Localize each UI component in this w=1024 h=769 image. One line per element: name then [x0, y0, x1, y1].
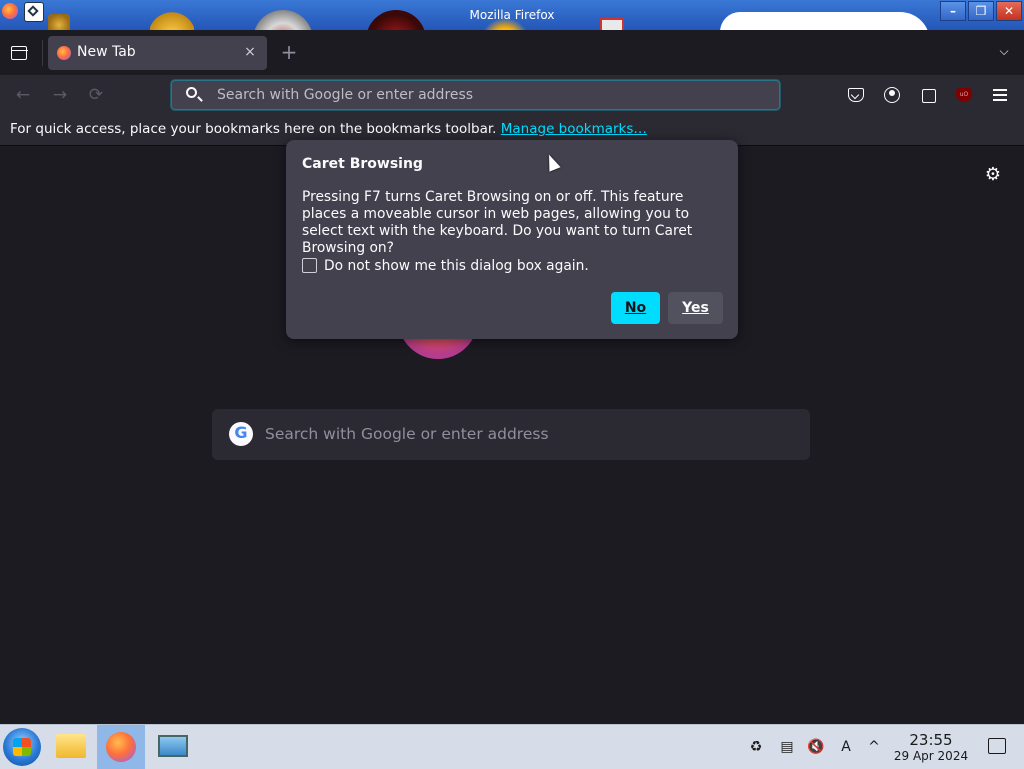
- extensions-icon[interactable]: [918, 84, 940, 106]
- window-titlebar: Mozilla Firefox – ❐ ✕: [0, 0, 1024, 30]
- close-window-button[interactable]: ✕: [996, 1, 1022, 21]
- back-button[interactable]: ←: [12, 84, 34, 106]
- yes-button[interactable]: Yes: [668, 292, 723, 324]
- clock-date: 29 Apr 2024: [893, 749, 969, 763]
- forward-button[interactable]: →: [49, 84, 71, 106]
- clock-time: 23:55: [909, 731, 953, 749]
- search-placeholder: Search with Google or enter address: [265, 425, 549, 443]
- window-title: Mozilla Firefox: [469, 8, 555, 22]
- firefox-favicon-icon: [57, 46, 71, 60]
- new-tab-button[interactable]: +: [279, 42, 299, 63]
- hamburger-menu-icon[interactable]: [989, 84, 1011, 106]
- clock[interactable]: 23:55 29 Apr 2024: [888, 731, 974, 764]
- dialog-title: Caret Browsing: [302, 156, 423, 172]
- start-button[interactable]: [3, 728, 41, 766]
- tab-new-tab[interactable]: New Tab ×: [48, 36, 267, 70]
- gear-icon[interactable]: ⚙: [983, 165, 1003, 185]
- tray-expand-icon[interactable]: ^: [865, 738, 883, 756]
- bookmarks-empty-message: For quick access, place your bookmarks h…: [10, 121, 647, 137]
- firefox-taskbar-icon[interactable]: [97, 725, 145, 769]
- no-button[interactable]: No: [611, 292, 660, 324]
- tab-strip: New Tab × + ⌵: [0, 30, 1024, 75]
- address-bar-placeholder: Search with Google or enter address: [217, 87, 474, 103]
- new-tab-search-box[interactable]: Search with Google or enter address: [212, 409, 810, 460]
- minimize-button[interactable]: –: [940, 1, 966, 21]
- navigation-toolbar: ← → ⟳ Search with Google or enter addres…: [0, 75, 1024, 115]
- dont-show-again-checkbox[interactable]: [302, 258, 317, 273]
- caret-browsing-dialog: Caret Browsing Pressing F7 turns Caret B…: [286, 140, 738, 339]
- reload-button[interactable]: ⟳: [85, 84, 107, 106]
- account-icon[interactable]: [881, 84, 903, 106]
- search-icon: [186, 87, 197, 98]
- bookmarks-hint-text: For quick access, place your bookmarks h…: [10, 121, 497, 137]
- keyboard-layout-icon[interactable]: A: [837, 738, 855, 756]
- address-bar[interactable]: Search with Google or enter address: [171, 80, 780, 110]
- taskbar: ♻ ▤ 🔇 A ^ 23:55 29 Apr 2024: [0, 724, 1024, 769]
- firefox-view-icon[interactable]: [8, 42, 30, 64]
- list-all-tabs-icon[interactable]: ⌵: [996, 44, 1012, 60]
- tab-separator: [42, 40, 43, 66]
- file-manager-taskbar-icon[interactable]: [48, 725, 96, 769]
- pocket-icon[interactable]: [844, 84, 866, 106]
- tab-label: New Tab: [77, 44, 136, 60]
- clipboard-tray-icon[interactable]: ▤: [778, 738, 796, 756]
- tab-close-icon[interactable]: ×: [241, 43, 259, 61]
- dont-show-again-label[interactable]: Do not show me this dialog box again.: [324, 258, 589, 274]
- ublock-origin-icon[interactable]: [953, 84, 975, 106]
- dialog-message: Pressing F7 turns Caret Browsing on or o…: [302, 189, 693, 256]
- window-controls: – ❐ ✕: [940, 1, 1022, 21]
- google-icon: [229, 422, 253, 446]
- volume-muted-icon[interactable]: 🔇: [807, 738, 825, 756]
- manage-bookmarks-link[interactable]: Manage bookmarks…: [501, 121, 647, 137]
- maximize-button[interactable]: ❐: [968, 1, 994, 21]
- recycle-bin-tray-icon[interactable]: ♻: [747, 738, 765, 756]
- system-monitor-taskbar-icon[interactable]: [150, 725, 198, 769]
- show-desktop-icon[interactable]: [988, 738, 1006, 754]
